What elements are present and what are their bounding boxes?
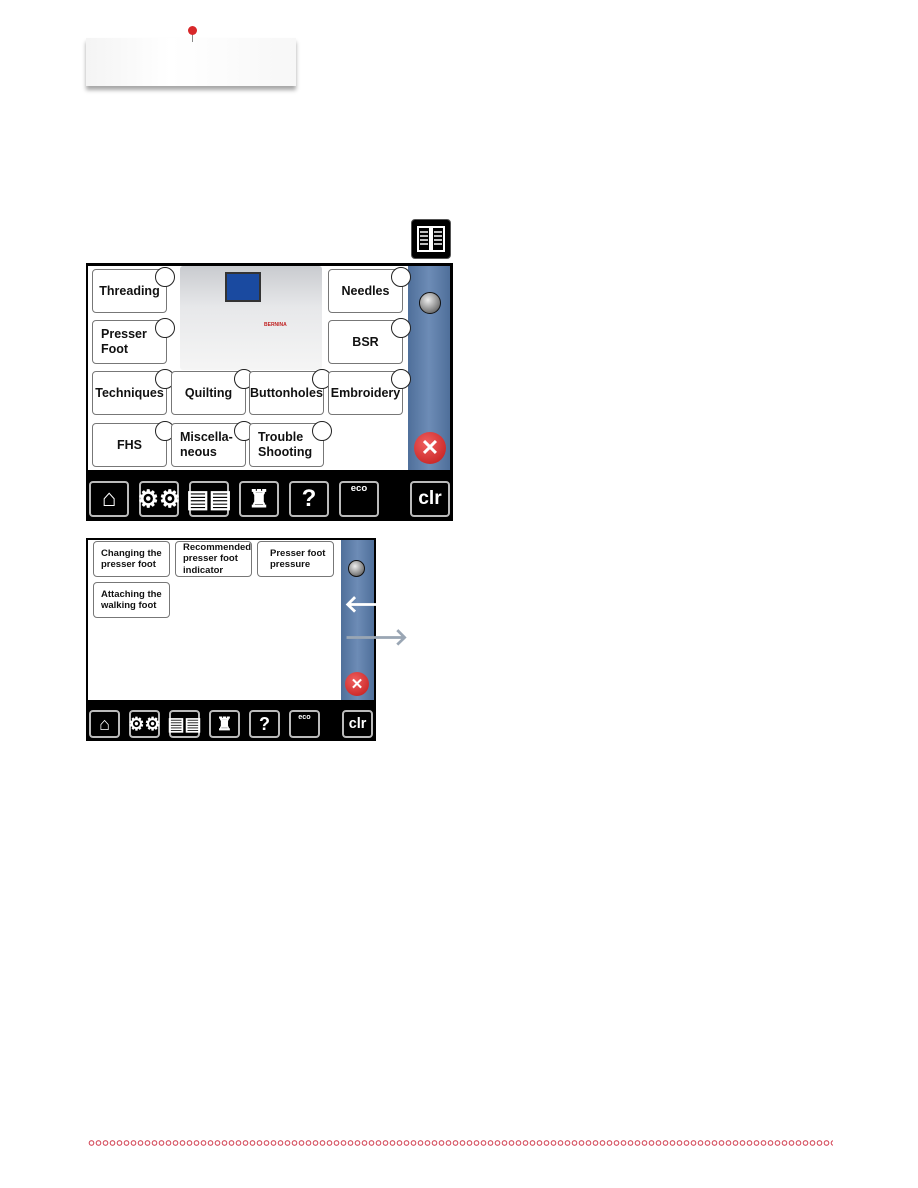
subtopic-button[interactable]: Presser foot pressure xyxy=(257,541,334,577)
settings-icon: ⚙⚙ xyxy=(128,713,161,734)
home-icon: ⌂ xyxy=(101,485,117,512)
eco-button[interactable]: eco xyxy=(289,710,320,738)
topic-marker-circle xyxy=(155,318,175,338)
tutorial-book-icon: ▤▤ xyxy=(186,485,232,513)
home-button[interactable]: ⌂ xyxy=(89,481,129,517)
back-arrow-icon[interactable]: 🡐 xyxy=(344,589,408,619)
sewing-consultant-icon: ♜ xyxy=(248,485,270,513)
stitch-width-knob-icon[interactable] xyxy=(348,560,365,577)
topic-marker-circle xyxy=(312,421,332,441)
close-button[interactable]: ✕ xyxy=(345,672,369,696)
topic-marker-circle xyxy=(155,267,175,287)
subtopic-button[interactable]: Attaching the walking foot xyxy=(93,582,170,618)
tutorial-book-button[interactable]: ▤▤ xyxy=(186,481,232,517)
subtopic-button[interactable]: Recommended presser foot indicator xyxy=(175,541,252,577)
pinned-note xyxy=(86,38,296,86)
tutorial-book-button[interactable] xyxy=(411,219,451,259)
home-icon: ⌂ xyxy=(99,713,110,734)
stitch-width-knob-icon[interactable] xyxy=(419,292,441,314)
close-button[interactable]: ✕ xyxy=(414,432,446,464)
clear-button[interactable]: clr xyxy=(410,481,450,517)
machine-display xyxy=(225,272,261,302)
eco-button[interactable]: eco xyxy=(339,481,379,517)
help-button[interactable]: ? xyxy=(289,481,329,517)
sewing-consultant-icon: ♜ xyxy=(216,713,233,734)
tutorial-book-button[interactable]: ▤▤ xyxy=(167,710,202,738)
settings-button[interactable]: ⚙⚙ xyxy=(137,481,181,517)
help-icon: ? xyxy=(301,485,317,512)
help-icon: ? xyxy=(259,713,270,734)
settings-button[interactable]: ⚙⚙ xyxy=(128,710,161,738)
eco-icon: eco xyxy=(298,712,311,721)
subtopic-button[interactable]: Changing the presser foot xyxy=(93,541,170,577)
eco-icon: eco xyxy=(350,483,368,494)
pin-head xyxy=(188,26,197,35)
machine-brand: BERNINA xyxy=(264,322,287,328)
topic-marker-circle xyxy=(391,318,411,338)
pin-needle xyxy=(192,34,193,42)
sewing-consultant-button[interactable]: ♜ xyxy=(209,710,240,738)
clear-button[interactable]: clr xyxy=(342,710,373,738)
book-icon xyxy=(417,226,445,252)
help-button[interactable]: ? xyxy=(249,710,280,738)
forward-arrow-icon: 🡒 xyxy=(344,624,409,651)
sewing-consultant-button[interactable]: ♜ xyxy=(239,481,279,517)
topic-marker-circle xyxy=(391,369,411,389)
tutorial-book-icon: ▤▤ xyxy=(167,713,202,734)
topic-marker-circle xyxy=(391,267,411,287)
settings-icon: ⚙⚙ xyxy=(137,485,181,513)
decorative-border xyxy=(88,1139,833,1147)
home-button[interactable]: ⌂ xyxy=(89,710,120,738)
